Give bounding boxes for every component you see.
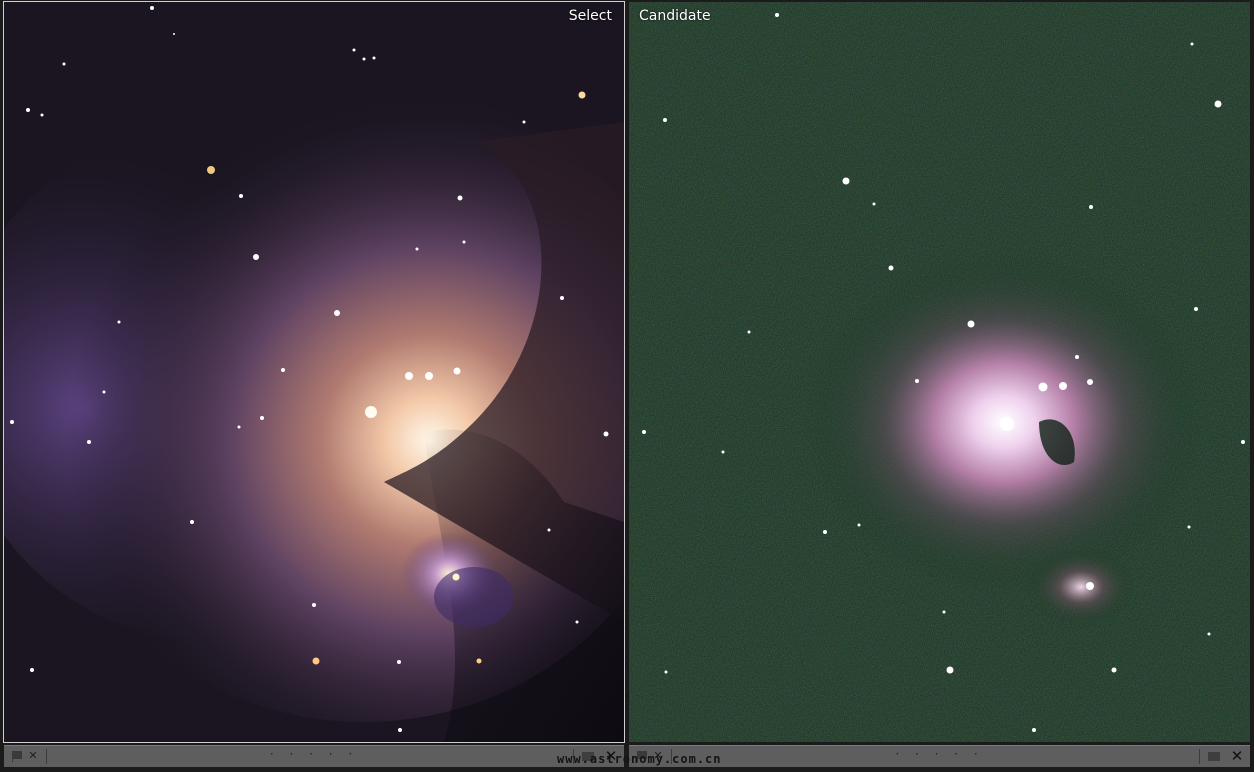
star-rating[interactable]: · · · · ·: [270, 747, 358, 761]
nebula-image-candidate: [629, 2, 1250, 742]
nebula-image-select: [4, 2, 624, 742]
candidate-image-pane[interactable]: Candidate: [629, 2, 1250, 742]
star-rating[interactable]: · · · · ·: [895, 747, 983, 761]
flag-icon[interactable]: [10, 749, 24, 763]
select-image-pane[interactable]: Select: [3, 1, 625, 743]
toolbar-divider: [46, 749, 47, 764]
color-label-swatch[interactable]: [1208, 752, 1220, 761]
candidate-pane-toolbar: ✕ · · · · · ✕: [629, 745, 1250, 767]
select-label: Select: [568, 8, 612, 24]
close-icon[interactable]: ✕: [1230, 749, 1244, 764]
candidate-label: Candidate: [639, 8, 711, 24]
toolbar-divider: [1199, 749, 1200, 764]
select-pane-toolbar: ✕ · · · · · ✕: [4, 745, 624, 767]
reject-x-icon[interactable]: ✕: [26, 749, 40, 763]
watermark: www.astronomy.com.cn: [557, 752, 722, 766]
